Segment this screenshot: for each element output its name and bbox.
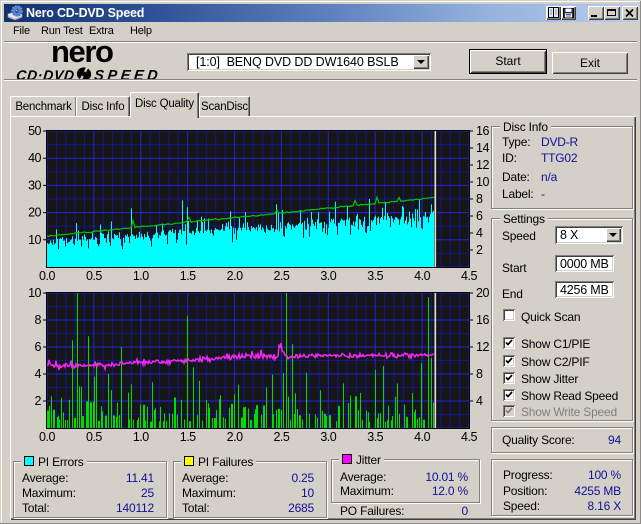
svg-text:10: 10 — [476, 175, 489, 189]
svg-text:4.0: 4.0 — [414, 269, 430, 283]
svg-text:3.0: 3.0 — [320, 430, 336, 444]
svg-text:2.5: 2.5 — [273, 430, 289, 444]
svg-text:4: 4 — [35, 367, 42, 381]
svg-text:40: 40 — [28, 151, 41, 165]
svg-text:14: 14 — [476, 141, 489, 155]
svg-text:1.5: 1.5 — [180, 269, 196, 283]
svg-text:4: 4 — [476, 394, 483, 408]
svg-text:4.5: 4.5 — [461, 430, 477, 444]
svg-text:2: 2 — [476, 243, 483, 257]
svg-text:0.5: 0.5 — [86, 269, 102, 283]
svg-text:2.0: 2.0 — [227, 269, 243, 283]
svg-text:4.0: 4.0 — [414, 430, 430, 444]
svg-text:8: 8 — [476, 192, 483, 206]
svg-text:3.0: 3.0 — [320, 269, 336, 283]
svg-text:8: 8 — [476, 367, 483, 381]
svg-text:20: 20 — [28, 206, 41, 220]
svg-text:10: 10 — [28, 286, 41, 300]
svg-text:4.5: 4.5 — [461, 269, 477, 283]
svg-text:1.5: 1.5 — [180, 430, 196, 444]
svg-text:4: 4 — [476, 226, 483, 240]
svg-text:50: 50 — [28, 124, 41, 138]
svg-text:16: 16 — [476, 124, 489, 138]
svg-text:1.0: 1.0 — [133, 269, 149, 283]
svg-text:1.0: 1.0 — [133, 430, 149, 444]
svg-text:0.5: 0.5 — [86, 430, 102, 444]
svg-text:8: 8 — [35, 313, 42, 327]
svg-text:12: 12 — [476, 158, 489, 172]
svg-text:0.0: 0.0 — [39, 269, 55, 283]
svg-text:30: 30 — [28, 178, 41, 192]
svg-text:12: 12 — [476, 340, 489, 354]
svg-text:3.5: 3.5 — [367, 430, 383, 444]
svg-text:6: 6 — [35, 340, 42, 354]
svg-text:6: 6 — [476, 209, 483, 223]
svg-text:16: 16 — [476, 313, 489, 327]
svg-text:10: 10 — [28, 233, 41, 247]
svg-text:2: 2 — [35, 394, 42, 408]
svg-text:20: 20 — [476, 286, 489, 300]
svg-text:2.5: 2.5 — [273, 269, 289, 283]
svg-text:0.0: 0.0 — [39, 430, 55, 444]
svg-text:2.0: 2.0 — [227, 430, 243, 444]
svg-text:3.5: 3.5 — [367, 269, 383, 283]
